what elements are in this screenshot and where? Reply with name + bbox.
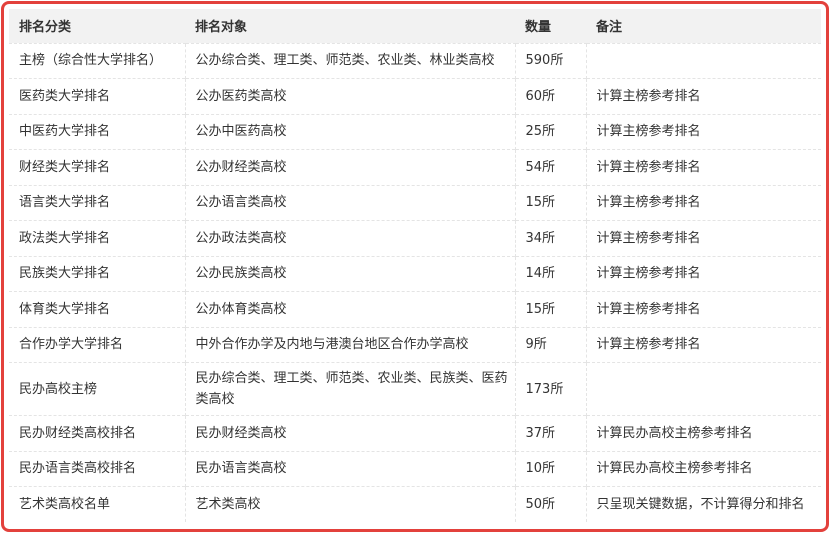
cell-note: 计算主榜参考排名 [585, 78, 821, 114]
table-row: 民办语言类高校排名 民办语言类高校 10所 计算民办高校主榜参考排名 [9, 450, 821, 487]
cell-category: 中医药大学排名 [9, 113, 185, 150]
cell-note: 计算主榜参考排名 [585, 326, 821, 363]
cell-note: 计算主榜参考排名 [585, 113, 821, 150]
cell-category: 民办高校主榜 [9, 362, 185, 416]
cell-count: 10所 [514, 450, 586, 487]
table-row: 财经类大学排名 公办财经类高校 54所 计算主榜参考排名 [9, 149, 821, 185]
table-row: 医药类大学排名 公办医药类高校 60所 计算主榜参考排名 [9, 78, 821, 114]
cell-count: 590所 [514, 42, 586, 79]
cell-note: 计算主榜参考排名 [585, 184, 821, 221]
cell-count: 54所 [514, 149, 586, 185]
cell-note: 计算主榜参考排名 [585, 291, 821, 327]
cell-target: 民办财经类高校 [184, 415, 515, 451]
table-row: 民族类大学排名 公办民族类高校 14所 计算主榜参考排名 [9, 255, 821, 292]
cell-count: 50所 [514, 486, 586, 522]
cell-count: 9所 [514, 326, 586, 363]
cell-category: 政法类大学排名 [9, 220, 185, 256]
table-row: 政法类大学排名 公办政法类高校 34所 计算主榜参考排名 [9, 220, 821, 256]
cell-count: 15所 [514, 291, 586, 327]
cell-category: 医药类大学排名 [9, 78, 185, 114]
cell-count: 15所 [514, 184, 586, 221]
table-row: 主榜（综合性大学排名） 公办综合类、理工类、师范类、农业类、林业类高校 590所 [9, 42, 821, 79]
cell-count: 25所 [514, 113, 586, 150]
cell-target: 民办综合类、理工类、师范类、农业类、民族类、医药类高校 [184, 362, 515, 416]
cell-target: 公办语言类高校 [184, 184, 515, 221]
table-frame: 排名分类 排名对象 数量 备注 主榜（综合性大学排名） 公办综合类、理工类、师范… [1, 1, 829, 532]
ranking-table: 排名分类 排名对象 数量 备注 主榜（综合性大学排名） 公办综合类、理工类、师范… [9, 9, 821, 522]
cell-category: 主榜（综合性大学排名） [9, 42, 185, 79]
table-row: 民办财经类高校排名 民办财经类高校 37所 计算民办高校主榜参考排名 [9, 415, 821, 451]
cell-note: 只呈现关键数据，不计算得分和排名 [585, 486, 821, 522]
cell-target: 公办财经类高校 [184, 149, 515, 185]
cell-count: 37所 [514, 415, 586, 451]
cell-target: 公办体育类高校 [184, 291, 515, 327]
cell-target: 公办中医药高校 [184, 113, 515, 150]
cell-category: 艺术类高校名单 [9, 486, 185, 522]
table-row: 语言类大学排名 公办语言类高校 15所 计算主榜参考排名 [9, 184, 821, 221]
table-row: 民办高校主榜 民办综合类、理工类、师范类、农业类、民族类、医药类高校 173所 [9, 362, 821, 416]
header-row: 排名分类 排名对象 数量 备注 [9, 9, 821, 43]
cell-category: 民办语言类高校排名 [9, 450, 185, 487]
cell-note: 计算主榜参考排名 [585, 149, 821, 185]
cell-note [585, 42, 821, 79]
cell-note: 计算主榜参考排名 [585, 255, 821, 292]
header-category: 排名分类 [19, 20, 72, 36]
header-target: 排名对象 [195, 20, 248, 36]
cell-note: 计算民办高校主榜参考排名 [585, 450, 821, 487]
cell-note: 计算民办高校主榜参考排名 [585, 415, 821, 451]
cell-target: 公办民族类高校 [184, 255, 515, 292]
cell-category: 民办财经类高校排名 [9, 415, 185, 451]
cell-target: 公办医药类高校 [184, 78, 515, 114]
cell-target: 公办政法类高校 [184, 220, 515, 256]
cell-count: 60所 [514, 78, 586, 114]
cell-category: 合作办学大学排名 [9, 326, 185, 363]
table-row: 体育类大学排名 公办体育类高校 15所 计算主榜参考排名 [9, 291, 821, 327]
cell-note [585, 362, 821, 416]
cell-target: 中外合作办学及内地与港澳台地区合作办学高校 [184, 326, 515, 363]
header-note: 备注 [596, 20, 623, 36]
cell-count: 14所 [514, 255, 586, 292]
cell-note: 计算主榜参考排名 [585, 220, 821, 256]
cell-category: 语言类大学排名 [9, 184, 185, 221]
cell-count: 173所 [514, 362, 586, 416]
table-row: 中医药大学排名 公办中医药高校 25所 计算主榜参考排名 [9, 113, 821, 150]
cell-target: 艺术类高校 [184, 486, 515, 522]
table-row: 合作办学大学排名 中外合作办学及内地与港澳台地区合作办学高校 9所 计算主榜参考… [9, 326, 821, 363]
cell-category: 财经类大学排名 [9, 149, 185, 185]
header-count: 数量 [525, 20, 552, 36]
cell-target: 民办语言类高校 [184, 450, 515, 487]
cell-count: 34所 [514, 220, 586, 256]
cell-target: 公办综合类、理工类、师范类、农业类、林业类高校 [184, 42, 515, 79]
cell-category: 民族类大学排名 [9, 255, 185, 292]
table-row: 艺术类高校名单 艺术类高校 50所 只呈现关键数据，不计算得分和排名 [9, 486, 821, 522]
cell-category: 体育类大学排名 [9, 291, 185, 327]
